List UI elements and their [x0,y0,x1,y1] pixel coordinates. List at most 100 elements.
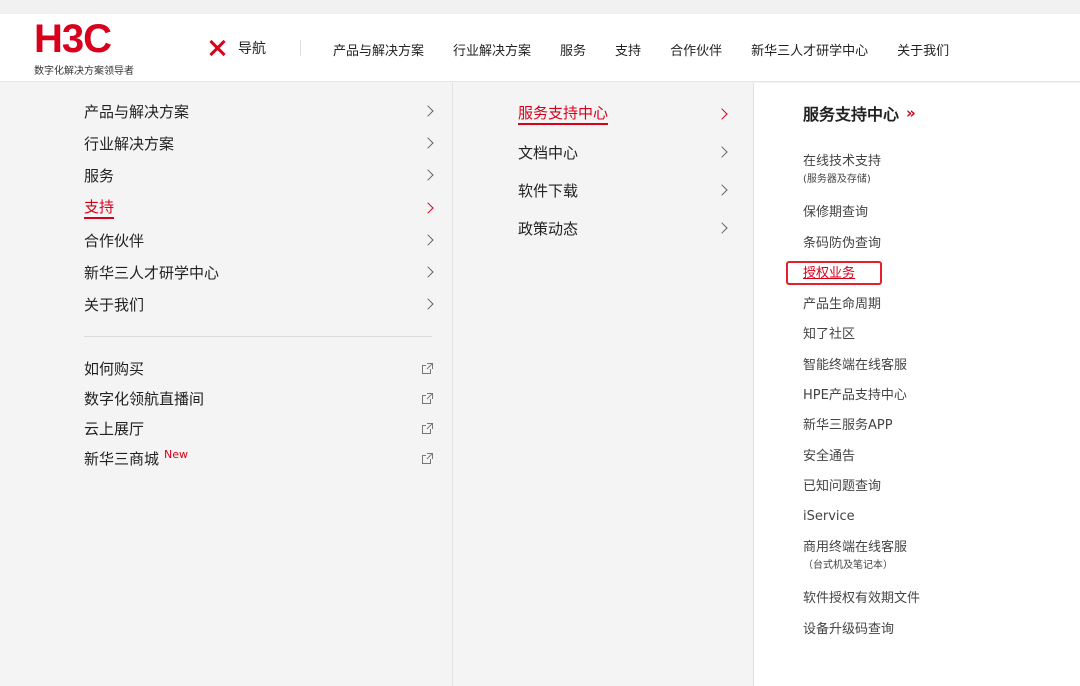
menu-item-industry[interactable]: 行业解决方案 [84,131,436,155]
link-commercial-terminal-service[interactable]: 商用终端在线客服 （台式机及笔记本） [803,539,907,573]
link-online-tech-support[interactable]: 在线技术支持 (服务器及存储) [803,153,881,187]
link-label: 知了社区 [803,327,856,342]
link-label: HPE产品支持中心 [803,388,907,403]
link-label: 软件授权有效期文件 [803,591,921,606]
link-note: (服务器及存储) [803,174,871,185]
link-label: 新华三服务APP [803,418,893,433]
panel-title[interactable]: 服务支持中心 » [803,101,916,125]
sub-item-docs[interactable]: 文档中心 [518,140,730,164]
sub-item-downloads[interactable]: 软件下载 [518,178,730,202]
link-zhiliao-community[interactable]: 知了社区 [803,326,855,344]
ext-link-cloud-hall[interactable]: 云上展厅 [84,416,436,440]
menu-item-label: 支持 [84,197,115,219]
ext-link-label: 数字化领航直播间 [84,389,205,408]
ext-link-label: 新华三商城 New [84,448,188,469]
top-strip [0,0,1080,14]
menu-item-partners[interactable]: 合作伙伴 [84,228,436,252]
chevron-right-icon [716,146,728,158]
logo-tagline: 数字化解决方案领导者 [34,66,134,77]
ext-link-live-room[interactable]: 数字化领航直播间 [84,386,436,410]
link-security-advisory[interactable]: 安全通告 [803,448,855,466]
link-label: 条码防伪查询 [803,236,882,251]
link-label: 智能终端在线客服 [803,358,908,373]
external-link-icon [422,452,434,464]
sub-item-label: 软件下载 [518,181,579,200]
menu-item-label: 产品与解决方案 [84,102,190,121]
nav-toggle-label: 导航 [238,41,266,57]
top-nav-about[interactable]: 关于我们 [897,40,949,59]
link-upgrade-code-query[interactable]: 设备升级码查询 [803,621,894,639]
menu-item-label: 服务 [84,166,115,185]
logo-mark: H3C [34,17,112,61]
menu-item-products[interactable]: 产品与解决方案 [84,99,436,123]
top-nav-products[interactable]: 产品与解决方案 [333,40,424,59]
link-label: 在线技术支持 [803,154,882,169]
close-icon [207,38,227,58]
sub-item-label: 文档中心 [518,143,579,162]
menu-item-label: 行业解决方案 [84,134,175,153]
link-label: iService [803,509,855,524]
ext-link-how-to-buy[interactable]: 如何购买 [84,356,436,380]
panel-title-text: 服务支持中心 [803,105,900,124]
top-nav-talent[interactable]: 新华三人才研学中心 [751,40,868,59]
ext-link-label: 云上展厅 [84,419,145,438]
sub-item-service-center[interactable]: 服务支持中心 [518,102,730,126]
detail-panel: 服务支持中心 » 在线技术支持 (服务器及存储) 保修期查询 条码防伪查询 授权… [754,83,1080,686]
site-header: H3C 数字化解决方案领导者 导航 产品与解决方案 行业解决方案 服务 支持 合… [0,14,1080,82]
chevron-right-icon [422,202,434,214]
menu-item-label: 关于我们 [84,295,145,314]
external-link-icon [422,392,434,404]
link-label: 保修期查询 [803,205,869,220]
sub-item-label: 政策动态 [518,219,579,238]
sub-item-label: 服务支持中心 [518,103,609,125]
top-nav-support[interactable]: 支持 [615,40,641,59]
main-menu-column: 产品与解决方案 行业解决方案 服务 支持 合作伙伴 新华三人才研学中心 关于我们… [0,83,453,686]
link-label: 设备升级码查询 [803,622,895,637]
link-smart-terminal-service[interactable]: 智能终端在线客服 [803,357,907,375]
chevron-right-icon [716,222,728,234]
menu-divider [84,336,432,337]
link-known-issues[interactable]: 已知问题查询 [803,478,881,496]
external-link-icon [422,362,434,374]
link-warranty-query[interactable]: 保修期查询 [803,204,868,222]
link-label: 已知问题查询 [803,479,882,494]
h3c-logo[interactable]: H3C 数字化解决方案领导者 [34,17,164,77]
external-link-icon [422,422,434,434]
chevron-right-icon [422,137,434,149]
chevron-right-icon [422,169,434,181]
nav-close-button[interactable]: 导航 [207,35,266,61]
top-nav-partners[interactable]: 合作伙伴 [670,40,722,59]
ext-link-text: 新华三商城 [84,449,160,468]
sub-item-policy[interactable]: 政策动态 [518,216,730,240]
menu-item-talent[interactable]: 新华三人才研学中心 [84,260,436,284]
link-barcode-query[interactable]: 条码防伪查询 [803,235,881,253]
menu-item-services[interactable]: 服务 [84,163,436,187]
menu-item-about[interactable]: 关于我们 [84,292,436,316]
link-label: 商用终端在线客服 [803,540,908,555]
menu-item-label: 新华三人才研学中心 [84,263,220,282]
top-nav: 产品与解决方案 行业解决方案 服务 支持 合作伙伴 新华三人才研学中心 关于我们 [333,40,978,59]
top-nav-services[interactable]: 服务 [560,40,586,59]
link-license-validity-file[interactable]: 软件授权有效期文件 [803,590,920,608]
link-iservice[interactable]: iService [803,508,855,526]
chevron-right-icon [422,105,434,117]
ext-link-label: 如何购买 [84,359,145,378]
link-label: 安全通告 [803,449,856,464]
chevron-right-icon [422,234,434,246]
double-chevron-right-icon: » [906,104,916,122]
chevron-right-icon [716,184,728,196]
link-label: 授权业务 [803,266,856,281]
link-product-lifecycle[interactable]: 产品生命周期 [803,296,881,314]
link-service-app[interactable]: 新华三服务APP [803,417,893,435]
new-badge: New [164,447,189,461]
link-authorization[interactable]: 授权业务 [803,265,855,283]
top-nav-industry[interactable]: 行业解决方案 [453,40,531,59]
sub-menu-column: 服务支持中心 文档中心 软件下载 政策动态 [453,83,754,686]
chevron-right-icon [422,298,434,310]
chevron-right-icon [422,266,434,278]
ext-link-mall[interactable]: 新华三商城 New [84,446,436,470]
menu-item-support[interactable]: 支持 [84,196,436,220]
link-note: （台式机及笔记本） [803,560,893,571]
chevron-right-icon [716,108,728,120]
link-hpe-support[interactable]: HPE产品支持中心 [803,387,907,405]
